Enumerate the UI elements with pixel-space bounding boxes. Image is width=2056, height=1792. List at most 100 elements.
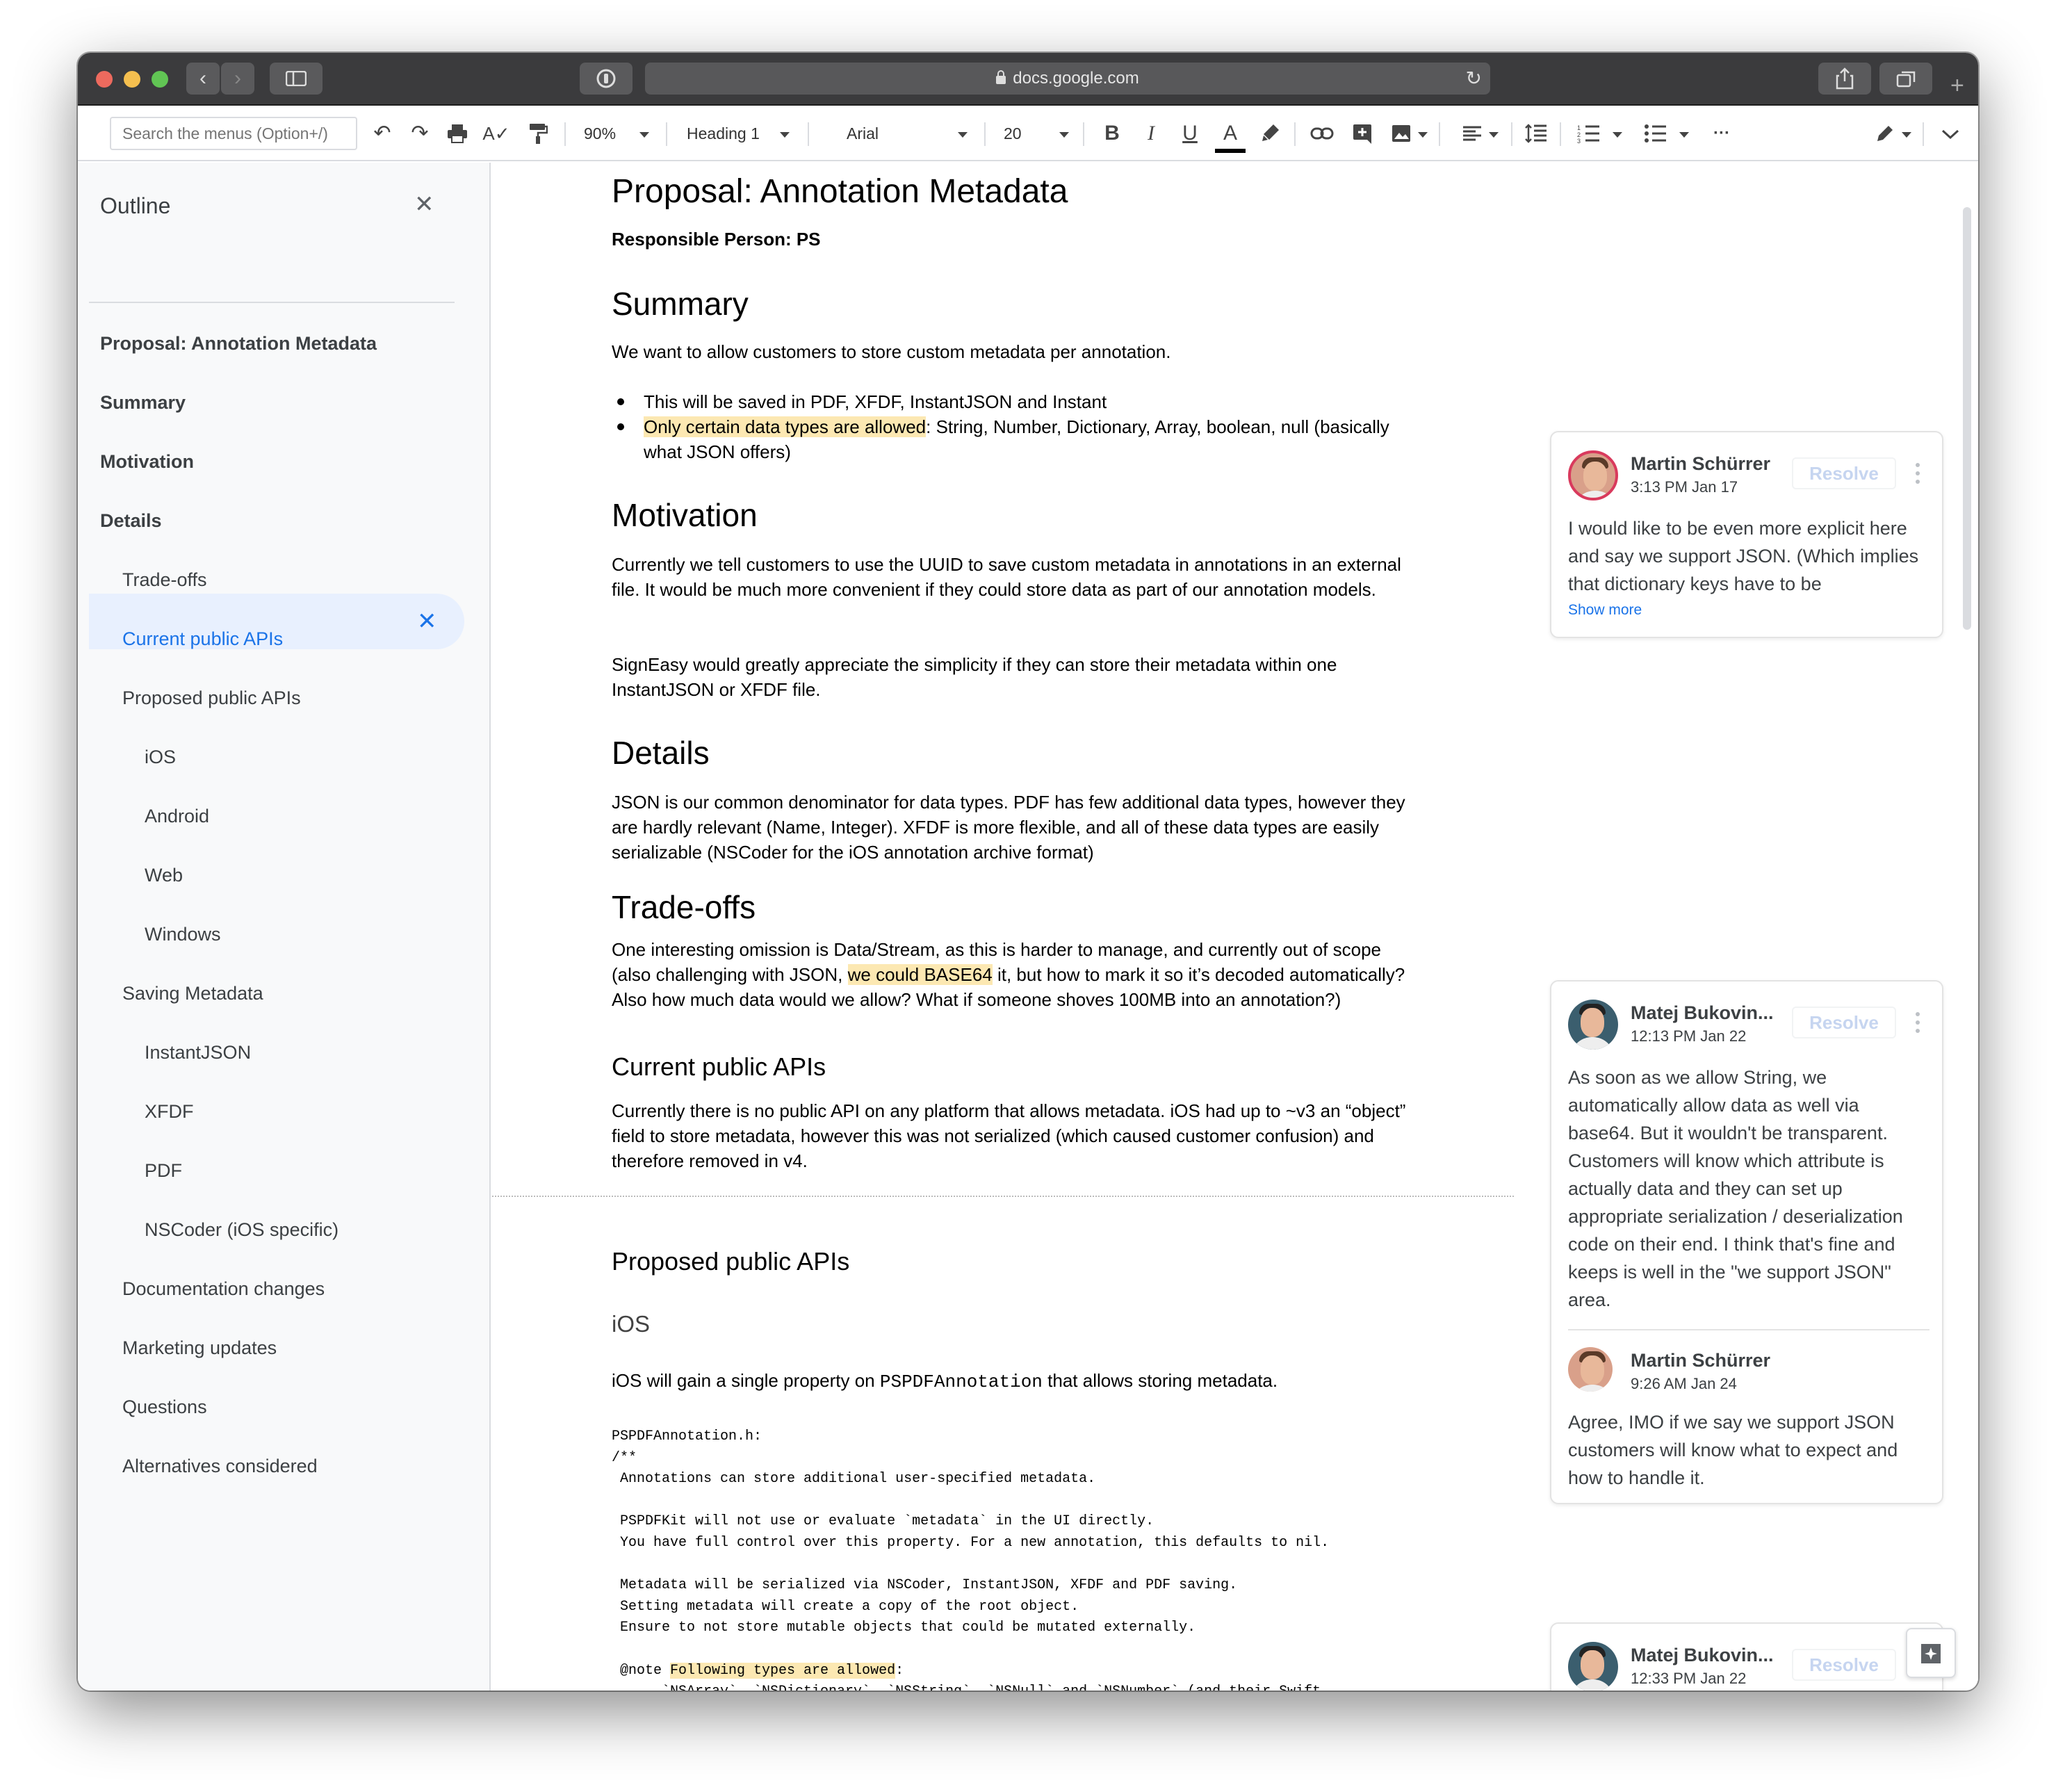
toolbar-separator (1294, 122, 1296, 146)
chevron-down-icon (1679, 132, 1689, 138)
outline-item[interactable]: InstantJSON (145, 1025, 251, 1080)
comment-thread[interactable]: Matej Bukovin... 12:13 PM Jan 22 Resolve… (1550, 980, 1943, 1504)
line-spacing-button[interactable] (1521, 118, 1551, 149)
paragraph-style-select[interactable]: Heading 1 (687, 118, 760, 149)
heading-ios: iOS (612, 1311, 651, 1337)
font-select[interactable]: Arial (847, 118, 879, 149)
hide-menus-button[interactable] (1935, 118, 1966, 149)
outline-item[interactable]: iOS (145, 729, 176, 785)
resolve-button[interactable]: Resolve (1792, 457, 1896, 489)
toolbar-separator (564, 122, 566, 146)
align-left-icon (1463, 126, 1481, 141)
close-icon[interactable]: ✕ (417, 594, 437, 649)
more-vert-icon[interactable] (1916, 1012, 1921, 1037)
redo-icon: ↷ (411, 122, 429, 145)
redo-button[interactable]: ↷ (405, 118, 435, 149)
outline-item[interactable]: Proposed public APIs (122, 670, 301, 726)
highlight-color-button[interactable] (1255, 118, 1286, 149)
list-item: This will be saved in PDF, XFDF, Instant… (617, 389, 1408, 414)
scrollbar[interactable] (1963, 207, 1971, 630)
outline-item[interactable]: Alternatives considered (122, 1438, 318, 1494)
underline-button[interactable]: U (1175, 118, 1205, 149)
outline-item[interactable]: PDF (145, 1143, 182, 1198)
code-text: PSPDFAnnotation.h: /** Annotations can s… (612, 1428, 1330, 1679)
outline-item[interactable]: Windows (145, 906, 221, 962)
outline-item[interactable]: Details (100, 493, 162, 548)
zoom-window-button[interactable] (152, 71, 168, 88)
outline-item[interactable]: Summary (100, 375, 186, 430)
bold-button[interactable]: B (1097, 118, 1127, 149)
bulleted-list-button[interactable] (1640, 118, 1671, 149)
resolve-button[interactable]: Resolve (1792, 1007, 1896, 1038)
outline-item[interactable]: Web (145, 847, 183, 903)
comment-thread[interactable]: Martin Schürrer 3:13 PM Jan 17 Resolve I… (1550, 431, 1943, 638)
address-bar[interactable]: docs.google.com ↻ (645, 63, 1490, 95)
spellcheck-button[interactable]: A✓ (481, 118, 512, 149)
more-options-button[interactable]: ··· (1704, 118, 1739, 149)
outline-item[interactable]: Trade-offs (122, 552, 207, 608)
back-button[interactable]: ‹ (186, 63, 220, 95)
zoom-select[interactable]: 90% (584, 118, 616, 149)
heading-details: Details (612, 735, 710, 771)
outline-item[interactable]: XFDF (145, 1084, 194, 1139)
add-comment-button[interactable] (1347, 118, 1378, 149)
show-tabs-button[interactable] (1879, 63, 1932, 95)
chevron-down-icon (780, 132, 790, 138)
reply-text: Agree, IMO if we say we support JSON cus… (1568, 1412, 1898, 1488)
italic-button[interactable]: I (1136, 118, 1166, 149)
editing-mode-button[interactable] (1870, 118, 1900, 149)
outline-item[interactable]: Documentation changes (122, 1261, 325, 1317)
forward-button[interactable]: › (221, 63, 254, 95)
title-bar: ‹ › docs.google.com ↻ + (78, 53, 1978, 106)
highlighter-icon (1262, 124, 1279, 141)
explore-button[interactable] (1906, 1628, 1956, 1678)
outline-item[interactable]: Proposal: Annotation Metadata (100, 316, 377, 371)
insert-image-button[interactable] (1386, 118, 1417, 149)
paragraph-text: iOS will gain a single property on (612, 1370, 880, 1391)
print-button[interactable] (442, 118, 473, 149)
add-comment-icon (1353, 124, 1371, 144)
document-outline: Outline ✕ ✕ Proposal: Annotation Metadat… (78, 163, 491, 1691)
resolve-button[interactable]: Resolve (1792, 1649, 1896, 1681)
paint-format-button[interactable] (523, 118, 553, 149)
search-menus-input[interactable] (110, 117, 357, 150)
reload-icon[interactable]: ↻ (1466, 63, 1482, 95)
chevron-left-icon: ‹ (199, 67, 206, 90)
outline-item[interactable]: NSCoder (iOS specific) (145, 1202, 338, 1257)
undo-button[interactable]: ↶ (367, 118, 398, 149)
close-icon[interactable]: ✕ (414, 190, 434, 218)
outline-item[interactable]: Saving Metadata (122, 966, 263, 1021)
share-button[interactable] (1818, 63, 1871, 95)
show-more-link[interactable]: Show more (1568, 602, 1642, 619)
document-canvas[interactable]: Proposal: Annotation Metadata Responsibl… (492, 163, 1514, 1691)
toolbar-separator (1923, 122, 1924, 146)
new-tab-button[interactable]: + (1950, 74, 1964, 97)
numbered-list-icon: 123 (1577, 124, 1599, 145)
sidebar-toggle-button[interactable] (270, 63, 323, 95)
outline-item[interactable]: Android (145, 788, 209, 844)
heading-trade-offs: Trade-offs (612, 889, 756, 925)
outline-item[interactable]: Marketing updates (122, 1320, 277, 1376)
highlighted-text[interactable]: Following types are allowed (670, 1662, 896, 1679)
outline-item[interactable]: Motivation (100, 434, 194, 489)
close-window-button[interactable] (96, 71, 113, 88)
comment-thread[interactable]: Matej Bukovin... 12:33 PM Jan 22 Resolve (1550, 1622, 1943, 1691)
document-title: Proposal: Annotation Metadata (612, 173, 1068, 210)
align-button[interactable] (1457, 118, 1487, 149)
highlighted-text[interactable]: Only certain data types are allowed (644, 416, 927, 437)
outline-item[interactable]: Questions (122, 1379, 207, 1435)
comment-author: Matej Bukovin... (1631, 1645, 1774, 1665)
highlighted-text[interactable]: we could BASE64 (847, 964, 993, 985)
numbered-list-button[interactable]: 123 (1574, 118, 1604, 149)
comment-author: Martin Schürrer (1631, 453, 1771, 474)
text-color-button[interactable]: A (1215, 118, 1246, 153)
inline-code: PSPDFAnnotation (879, 1371, 1043, 1392)
font-size-select[interactable]: 20 (1004, 118, 1022, 149)
outline-item[interactable]: Current public APIs (122, 611, 283, 667)
link-icon (1310, 127, 1334, 140)
minimize-window-button[interactable] (124, 71, 140, 88)
insert-link-button[interactable] (1307, 118, 1337, 149)
privacy-report-button[interactable] (580, 63, 633, 95)
comment-text: I would like to be even more explicit he… (1568, 518, 1919, 594)
more-vert-icon[interactable] (1916, 463, 1921, 488)
